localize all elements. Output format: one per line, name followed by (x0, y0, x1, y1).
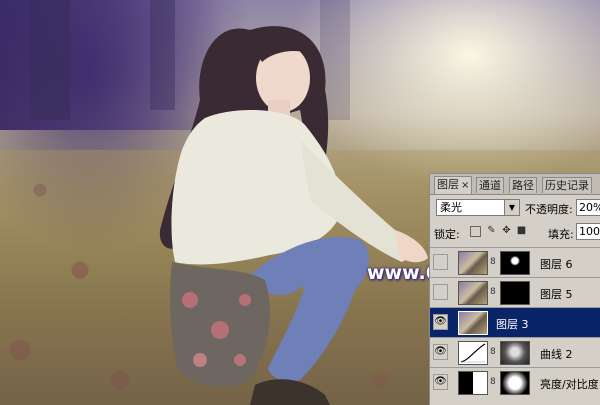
layer-mask-thumbnail (500, 251, 530, 275)
visibility-toggle[interactable] (433, 254, 448, 270)
tab-history[interactable]: 历史记录 (542, 177, 592, 193)
tab-paths-label: 路径 (512, 179, 534, 192)
chain-link-icon: 8 (490, 347, 496, 357)
tab-history-label: 历史记录 (545, 179, 589, 192)
curves-icon (458, 341, 488, 365)
chain-link-icon: 8 (490, 257, 496, 267)
eye-icon[interactable]: 👁 (433, 314, 448, 330)
curve-graph-icon (460, 343, 486, 363)
close-icon[interactable]: × (461, 180, 469, 191)
layers-panel: 图层× 通道 路径 历史记录 柔光 ▼ 不透明度: 20% 锁定: ✎ ✥ ■ … (429, 173, 600, 405)
layer-thumbnail (458, 251, 488, 275)
panel-tab-bar: 图层 × 通道 路径 历史记录 (430, 174, 600, 195)
layer-mask-thumbnail (500, 371, 530, 395)
brightness-contrast-icon (458, 371, 488, 395)
layer-name: 曲线 2 (540, 348, 573, 361)
layer-mask-thumbnail (500, 341, 530, 365)
layer-name: 图层 6 (540, 258, 573, 271)
eye-icon[interactable]: 👁 (433, 344, 448, 360)
eye-icon[interactable]: 👁 (433, 374, 448, 390)
layer-row-curves-2[interactable]: 👁 8 曲线 2 (430, 337, 600, 367)
layer-thumbnail (458, 311, 488, 335)
chain-link-icon: 8 (490, 377, 496, 387)
opacity-input[interactable]: 20% (576, 199, 600, 216)
layer-thumbnail (458, 281, 488, 305)
lock-icon[interactable]: ■ (516, 225, 527, 236)
fill-input[interactable]: 100% (576, 223, 600, 240)
layer-name: 亮度/对比度 (540, 378, 599, 391)
brush-icon[interactable]: ✎ (486, 225, 497, 236)
lock-transparency-icon[interactable] (470, 226, 481, 237)
blend-mode-select[interactable]: 柔光 ▼ (436, 199, 520, 216)
layer-row-5[interactable]: 8 图层 5 (430, 277, 600, 307)
layer-name: 图层 5 (540, 288, 573, 301)
blend-mode-value: 柔光 (440, 201, 462, 214)
tab-channels[interactable]: 通道 (476, 177, 504, 193)
tab-layers-label: 图层 (437, 178, 459, 191)
chevron-down-icon[interactable]: ▼ (504, 200, 519, 215)
layer-row-6[interactable]: 8 图层 6 (430, 247, 600, 277)
lock-label: 锁定: (434, 228, 460, 241)
chain-link-icon: 8 (490, 287, 496, 297)
move-icon[interactable]: ✥ (501, 225, 512, 236)
layer-mask-thumbnail (500, 281, 530, 305)
tab-layers[interactable]: 图层 × (434, 176, 473, 194)
visibility-toggle[interactable] (433, 284, 448, 300)
tab-channels-label: 通道 (479, 179, 501, 192)
layer-row-3[interactable]: 👁 图层 3 (430, 307, 600, 337)
opacity-label: 不透明度: (525, 203, 573, 216)
tab-paths[interactable]: 路径 (509, 177, 537, 193)
fill-label: 填充: (548, 228, 574, 241)
layer-name: 图层 3 (496, 318, 529, 331)
layer-row-brightness[interactable]: 👁 8 亮度/对比度 (430, 367, 600, 397)
